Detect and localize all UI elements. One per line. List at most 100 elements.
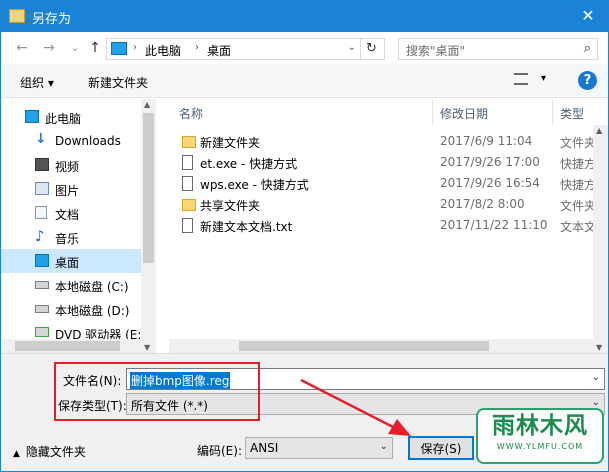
nav-item-drive-d[interactable]: 本地磁盘 (D:) [1, 297, 141, 321]
view-options-icon[interactable] [514, 73, 528, 85]
search-icon[interactable]: ⌕ [584, 41, 591, 56]
nav-item-label: 视频 [55, 160, 80, 174]
search-input[interactable]: 搜索"桌面" ⌕ [398, 38, 598, 60]
nav-item-label: 文档 [55, 208, 80, 222]
breadcrumb-separator: › [195, 42, 199, 53]
refresh-icon[interactable]: ↻ [360, 39, 382, 59]
column-divider[interactable] [552, 99, 553, 125]
scrollbar-thumb[interactable] [15, 341, 120, 351]
computer-icon [25, 110, 39, 123]
nav-item-label: 本地磁盘 (D:) [55, 304, 130, 318]
nav-item-drive-c[interactable]: 本地磁盘 (C:) [1, 273, 141, 297]
nav-item-documents[interactable]: 文档 [1, 201, 141, 225]
scroll-down-icon[interactable]: ▼ [596, 343, 602, 352]
nav-item-label: 桌面 [55, 256, 80, 270]
watermark-logo: 雨林木风 WWW.YLMFU.COM [476, 408, 604, 464]
nav-item-music[interactable]: ♪ 音乐 [1, 225, 141, 249]
chevron-down-icon[interactable]: ⌄ [592, 372, 600, 383]
command-toolbar: 组织 ▾ 新建文件夹 ▾ ? [1, 64, 608, 98]
breadcrumb-desktop[interactable]: 桌面 [207, 42, 231, 59]
nav-vertical-scrollbar[interactable]: ▲ ▼ [141, 99, 156, 353]
file-date: 2017/6/9 11:04 [440, 134, 533, 148]
chevron-up-icon: ▲ [13, 449, 20, 459]
breadcrumb-separator: › [133, 42, 137, 53]
drive-icon [35, 305, 49, 313]
shortcut-icon [182, 176, 193, 191]
view-dropdown-icon[interactable]: ▾ [541, 73, 546, 84]
nav-item-label: 本地磁盘 (C:) [55, 280, 129, 294]
up-arrow-icon[interactable]: ↑ [87, 39, 103, 57]
file-row[interactable]: wps.exe - 快捷方式 2017/9/26 16:54 快捷方式 [169, 173, 608, 194]
files-vertical-scrollbar[interactable]: ▲ ▼ [593, 125, 608, 353]
chevron-down-icon[interactable]: ⌄ [592, 397, 600, 408]
address-dropdown-icon[interactable]: ⌄ [348, 42, 356, 53]
column-header-type[interactable]: 类型 [560, 105, 584, 122]
pictures-icon [35, 182, 49, 195]
file-list-header: 名称 修改日期 类型 [169, 99, 608, 125]
close-icon[interactable]: ✕ [578, 6, 598, 25]
files-horizontal-scrollbar[interactable] [169, 339, 593, 353]
encoding-label: 编码(E): [197, 444, 242, 458]
highlight-box [54, 362, 260, 421]
file-list: 名称 修改日期 类型 新建文件夹 2017/6/9 11:04 文件夹 et.e… [169, 99, 608, 353]
nav-item-label: Downloads [55, 134, 121, 148]
file-date: 2017/11/22 11:10 [440, 218, 548, 232]
music-icon: ♪ [35, 227, 45, 245]
folder-icon [182, 136, 196, 148]
nav-item-label: 图片 [55, 184, 80, 198]
scroll-down-icon[interactable]: ▼ [144, 343, 150, 352]
organize-button[interactable]: 组织 ▾ [20, 74, 54, 91]
nav-item-desktop[interactable]: 桌面 [1, 249, 141, 273]
breadcrumb-this-pc[interactable]: 此电脑 [145, 42, 181, 59]
folder-icon [9, 9, 25, 23]
video-icon [35, 158, 49, 171]
column-divider[interactable] [432, 99, 433, 125]
file-name: wps.exe - 快捷方式 [200, 178, 309, 192]
file-row[interactable]: 新建文件夹 2017/6/9 11:04 文件夹 [169, 131, 608, 152]
nav-horizontal-scrollbar[interactable] [1, 339, 141, 353]
file-name: 新建文件夹 [200, 136, 261, 150]
file-date: 2017/9/26 17:00 [440, 155, 540, 169]
file-row[interactable]: 共享文件夹 2017/8/2 8:00 文件夹 [169, 194, 608, 215]
scroll-up-icon[interactable]: ▲ [596, 126, 602, 135]
nav-item-downloads[interactable]: ↓ Downloads [1, 129, 141, 153]
save-as-dialog: 另存为 ✕ ← → ⌄ ↑ › 此电脑 › 桌面 ⌄ ↻ 搜索"桌面" ⌕ 组织… [0, 0, 609, 472]
window-title: 另存为 [32, 12, 72, 27]
file-date: 2017/8/2 8:00 [440, 197, 525, 211]
column-header-date[interactable]: 修改日期 [440, 105, 488, 122]
watermark-title: 雨林木风 [492, 413, 588, 439]
forward-arrow-icon[interactable]: → [41, 39, 57, 57]
text-file-icon [182, 218, 193, 233]
help-icon[interactable]: ? [578, 71, 597, 90]
save-button[interactable]: 保存(S) [408, 436, 474, 460]
encoding-select[interactable]: ANSI ⌄ [245, 437, 393, 459]
dvd-icon [35, 327, 49, 337]
search-placeholder: 搜索"桌面" [406, 44, 466, 58]
nav-item-label: 此电脑 [45, 112, 82, 126]
watermark-url: WWW.YLMFU.COM [496, 442, 584, 451]
shared-folder-icon [182, 199, 196, 211]
column-header-name[interactable]: 名称 [179, 105, 203, 122]
scrollbar-thumb[interactable] [239, 341, 489, 351]
file-type: 文件夹 [560, 199, 597, 213]
scroll-up-icon[interactable]: ▲ [144, 100, 150, 109]
scrollbar-thumb[interactable] [143, 113, 154, 263]
back-arrow-icon[interactable]: ← [14, 39, 30, 57]
recent-locations-chevron-icon[interactable]: ⌄ [67, 39, 83, 57]
nav-item-pictures[interactable]: 图片 [1, 177, 141, 201]
nav-item-this-pc[interactable]: 此电脑 [1, 105, 141, 129]
new-folder-button[interactable]: 新建文件夹 [88, 74, 148, 91]
address-bar[interactable]: › 此电脑 › 桌面 ⌄ ↻ [106, 38, 385, 60]
title-bar: 另存为 ✕ [1, 1, 608, 32]
file-name: 共享文件夹 [200, 199, 261, 213]
hide-folders-button[interactable]: ▲ 隐藏文件夹 [13, 443, 86, 460]
documents-icon [35, 206, 47, 219]
chevron-down-icon[interactable]: ⌄ [380, 441, 388, 452]
file-row[interactable]: et.exe - 快捷方式 2017/9/26 17:00 快捷方式 [169, 152, 608, 173]
nav-item-videos[interactable]: 视频 [1, 153, 141, 177]
nav-item-label: 音乐 [55, 232, 80, 246]
download-icon: ↓ [35, 131, 47, 147]
file-row[interactable]: 新建文本文档.txt 2017/11/22 11:10 文本文档 [169, 215, 608, 236]
file-date: 2017/9/26 16:54 [440, 176, 540, 190]
drive-icon [35, 281, 49, 289]
